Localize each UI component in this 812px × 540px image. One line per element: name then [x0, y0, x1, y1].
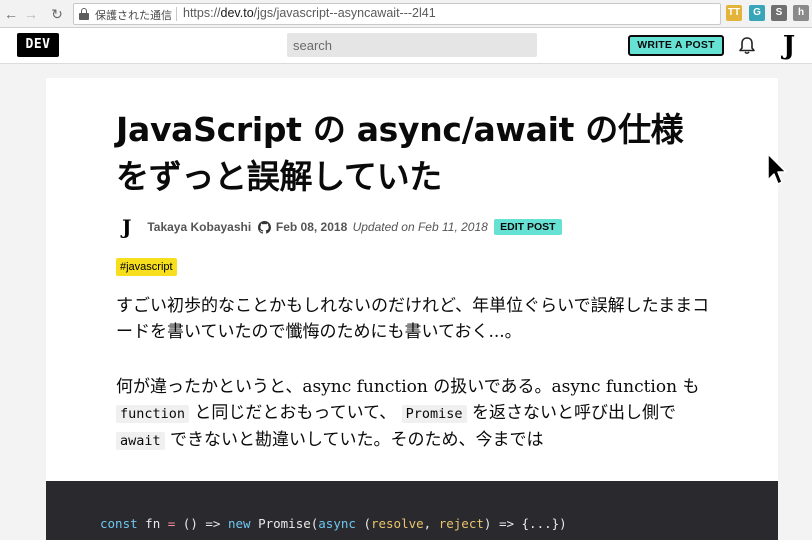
extension-icon[interactable]: h: [793, 5, 809, 21]
publish-date: Feb 08, 2018: [275, 220, 348, 234]
inline-code: await: [116, 432, 165, 450]
bell-icon[interactable]: [737, 36, 757, 56]
extension-icon[interactable]: G: [749, 5, 765, 21]
paragraph-text: を返さないと呼び出し側で: [466, 403, 676, 423]
write-post-button[interactable]: WRITE A POST: [628, 35, 724, 56]
edit-post-button[interactable]: EDIT POST: [494, 219, 562, 235]
code-token: async: [318, 516, 356, 531]
reload-icon[interactable]: ↻: [48, 5, 66, 23]
address-bar[interactable]: 保護された通信 https://dev.to/jgs/javascript--a…: [73, 3, 783, 25]
code-token: fn: [137, 516, 168, 531]
code-token: Promise(: [250, 516, 319, 531]
url-prefix: https://: [183, 6, 221, 20]
tag-javascript[interactable]: #javascript: [116, 258, 177, 276]
github-icon[interactable]: [257, 220, 271, 234]
article-title: JavaScript の async/await の仕様 をずっと誤解していた: [116, 106, 706, 200]
code-token: reject: [438, 516, 484, 531]
omnibox-divider: [176, 7, 177, 21]
url-path: /jgs/javascript--asyncawait---2l41: [253, 6, 436, 20]
code-token: const: [100, 516, 138, 531]
code-token: resolve: [370, 516, 424, 531]
paragraph-2: 何が違ったかというと、async function の扱いである。async f…: [116, 374, 716, 454]
code-token: ,: [423, 516, 439, 531]
code-line: const fn = () => new Promise(async (reso…: [100, 516, 567, 531]
url-text[interactable]: https://dev.to/jgs/javascript--asyncawai…: [183, 6, 436, 20]
title-line-1: JavaScript の async/await の仕様: [116, 110, 684, 149]
lock-icon: [79, 8, 89, 20]
article-meta: J Takaya Kobayashi Feb 08, 2018 Updated …: [122, 216, 562, 238]
title-line-2: をずっと誤解していた: [116, 157, 443, 196]
user-avatar[interactable]: J: [778, 32, 800, 60]
extension-icon[interactable]: TT: [726, 5, 742, 21]
browser-toolbar: ← → ↻ 保護された通信 https://dev.to/jgs/javascr…: [0, 0, 812, 28]
inline-code: function: [116, 405, 190, 423]
code-token: () =>: [175, 516, 228, 531]
paragraph-text: できないと勘違いしていた。そのため、今までは: [164, 430, 544, 450]
site-header: DEV WRITE A POST J: [0, 28, 812, 64]
forward-icon[interactable]: →: [22, 5, 40, 23]
article-card: JavaScript の async/await の仕様 をずっと誤解していた …: [46, 78, 778, 540]
secure-label: 保護された通信: [95, 10, 172, 22]
back-icon[interactable]: ←: [2, 5, 20, 23]
code-block: const fn = () => new Promise(async (reso…: [46, 481, 778, 540]
paragraph-text: 何が違ったかというと、async function の扱いである。async f…: [116, 377, 700, 397]
mouse-cursor-icon: [767, 153, 787, 185]
paragraph-text: と同じだとおもっていて、: [189, 403, 402, 423]
updated-date: Updated on Feb 11, 2018: [352, 220, 488, 234]
author-name[interactable]: Takaya Kobayashi: [147, 220, 251, 234]
paragraph-1: すごい初歩的なことかもしれないのだけれど、年単位ぐらいで誤解したままコードを書い…: [116, 296, 710, 342]
inline-code: Promise: [401, 405, 467, 423]
dev-logo[interactable]: DEV: [17, 33, 59, 57]
code-token: new: [227, 516, 251, 531]
code-token: ) => {...}): [483, 516, 567, 531]
author-avatar[interactable]: J: [122, 216, 140, 238]
extension-icon[interactable]: S: [771, 5, 787, 21]
code-token: (: [355, 516, 371, 531]
search-input[interactable]: [287, 33, 537, 57]
url-host: dev.to: [220, 6, 254, 20]
